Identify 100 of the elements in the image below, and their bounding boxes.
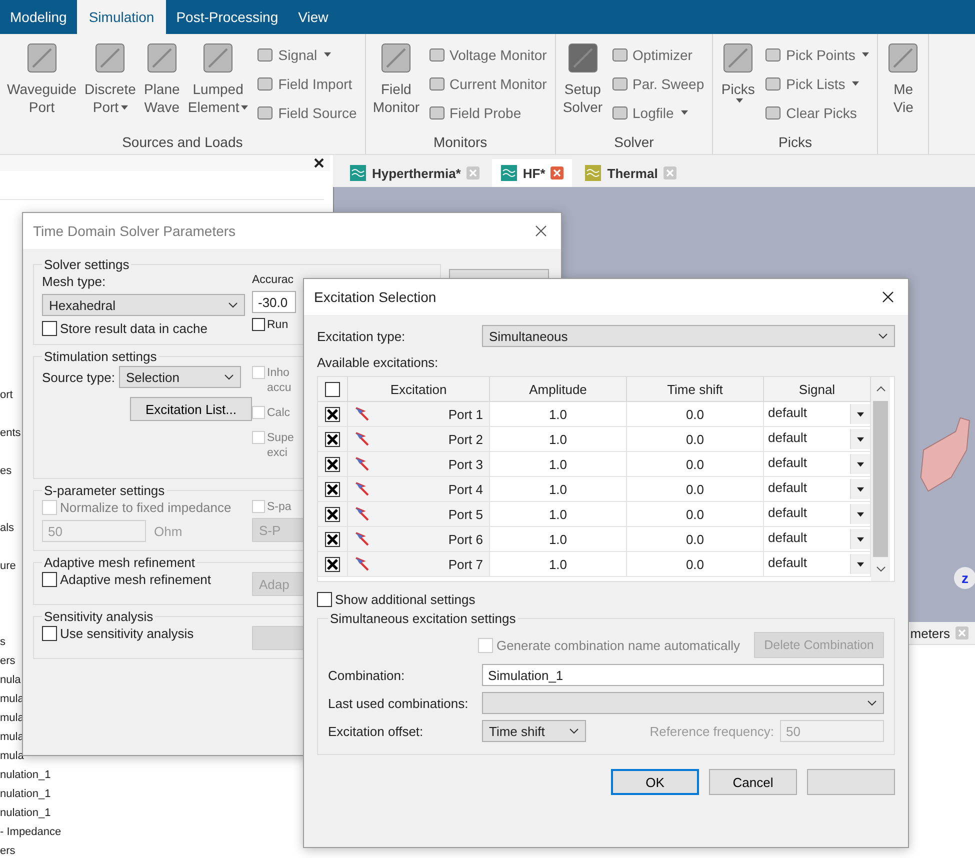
tool-icon: [428, 104, 445, 120]
dropdown-button[interactable]: [850, 479, 870, 499]
ribbon-small-button[interactable]: Field Source: [253, 98, 361, 127]
checkbox[interactable]: [42, 626, 57, 641]
dropdown-button[interactable]: [850, 554, 870, 574]
column-header[interactable]: Amplitude: [490, 377, 627, 402]
checkbox[interactable]: [325, 532, 340, 546]
dialog-button[interactable]: Cancel: [709, 769, 797, 795]
dropdown-button[interactable]: [850, 454, 870, 474]
checkbox[interactable]: [325, 456, 340, 472]
checkbox[interactable]: [325, 556, 340, 572]
caret-icon: [857, 562, 864, 566]
close-icon[interactable]: [882, 291, 894, 303]
ribbon-large-button[interactable]: Plane Wave: [140, 40, 183, 134]
excitation-offset-dropdown[interactable]: Time shift: [482, 720, 586, 742]
ribbon-tab[interactable]: Modeling: [0, 0, 77, 34]
checkbox[interactable]: [317, 592, 332, 607]
table-cell: 1.0: [490, 452, 627, 477]
checkbox[interactable]: [325, 406, 340, 422]
caret-icon: [857, 462, 864, 466]
port-icon: [354, 531, 370, 547]
column-header[interactable]: Signal: [764, 377, 871, 402]
scrollbar[interactable]: [871, 377, 890, 581]
dialog-button[interactable]: OK: [611, 769, 699, 795]
checkbox[interactable]: [325, 506, 340, 522]
excitation-list-button[interactable]: Excitation List...: [130, 397, 252, 421]
ribbon-group-label: Sources and Loads: [121, 134, 244, 152]
checkbox-label: Generate combination name automatically: [496, 638, 740, 652]
mesh-type-dropdown[interactable]: Hexahedral: [42, 294, 245, 316]
group-title: S-parameter settings: [43, 483, 166, 498]
excitation-type-dropdown[interactable]: Simultaneous: [482, 325, 895, 347]
table-cell: Port 4: [448, 482, 483, 496]
tool-icon: [765, 46, 782, 62]
tool-icon: [257, 104, 274, 120]
tree-item[interactable]: ers: [0, 842, 330, 858]
ribbon-small-button[interactable]: Signal: [253, 40, 361, 69]
combination-field[interactable]: Simulation_1: [482, 664, 884, 686]
ribbon-large-button[interactable]: Setup Solver: [560, 40, 606, 134]
checkbox[interactable]: [325, 432, 340, 446]
axis-label: z: [954, 567, 975, 589]
chevron-icon: [228, 302, 238, 308]
ribbon-large-button[interactable]: Lumped Element: [184, 40, 252, 134]
ribbon-small-button[interactable]: Current Monitor: [424, 69, 551, 98]
document-tab[interactable]: Hyperthermia*: [341, 159, 488, 187]
caret-icon: [857, 486, 864, 492]
dropdown-button[interactable]: [850, 429, 870, 449]
table-cell-text: default: [768, 479, 808, 495]
ribbon-small-button[interactable]: Clear Picks: [761, 98, 874, 127]
dropdown-button[interactable]: [850, 529, 870, 549]
checkbox-label: Calc: [267, 406, 290, 421]
ribbon-large-button[interactable]: Picks: [717, 40, 760, 134]
ribbon-tab[interactable]: Post-Processing: [166, 0, 288, 34]
ribbon-large-button[interactable]: Waveguide Port: [4, 40, 80, 134]
ribbon-small-button[interactable]: Pick Points: [761, 40, 874, 69]
ribbon-small-button[interactable]: Pick Lists: [761, 69, 874, 98]
close-icon[interactable]: [535, 225, 547, 237]
checkbox[interactable]: [42, 572, 57, 587]
table-cell: 1.0: [490, 552, 627, 577]
field-label: Excitation offset:: [328, 724, 424, 738]
ribbon-small-button[interactable]: Optimizer: [608, 40, 708, 69]
tool-icon: [428, 46, 445, 62]
dropdown-button[interactable]: [850, 504, 870, 524]
ribbon-tab[interactable]: View: [288, 0, 338, 34]
ribbon-small-button[interactable]: Logfile: [608, 98, 708, 127]
close-icon[interactable]: [314, 158, 324, 168]
ribbon-large-button[interactable]: Discrete Port: [82, 40, 139, 134]
chevron-icon: [224, 374, 234, 380]
checkbox-label: Show additional settings: [335, 592, 476, 607]
ribbon-small-button[interactable]: Field Import: [253, 69, 361, 98]
checkbox-label: Use sensitivity analysis: [60, 626, 194, 641]
scroll-up-icon[interactable]: [876, 386, 886, 392]
table-cell: 0.0: [627, 427, 764, 452]
caret-icon: [857, 512, 864, 516]
panel-tab[interactable]: meters: [910, 622, 975, 644]
checkbox-label: Store result data in cache: [60, 321, 208, 336]
dialog-title: Excitation Selection: [314, 289, 436, 305]
dropdown-button[interactable]: [850, 404, 870, 424]
ribbon-small-button[interactable]: Field Probe: [424, 98, 551, 127]
table-cell: 0.0: [627, 502, 764, 527]
table-cell: 0.0: [627, 527, 764, 552]
source-type-dropdown[interactable]: Selection: [119, 366, 241, 388]
checkbox[interactable]: [325, 482, 340, 496]
checkbox[interactable]: [252, 318, 265, 331]
ribbon-small-button[interactable]: Voltage Monitor: [424, 40, 551, 69]
column-header[interactable]: Time shift: [627, 377, 764, 402]
table-cell: Port 3: [448, 456, 483, 472]
table-cell-text: default: [768, 504, 808, 520]
checkbox[interactable]: [325, 382, 340, 396]
column-header[interactable]: Excitation: [348, 377, 490, 402]
field-label: Excitation type:: [317, 328, 406, 344]
ribbon-large-button[interactable]: Me Vie: [882, 40, 924, 154]
ribbon-tab[interactable]: Simulation: [76, 0, 166, 34]
scroll-down-icon[interactable]: [876, 566, 886, 572]
document-tab[interactable]: Thermal: [576, 159, 685, 187]
accuracy-field[interactable]: -30.0: [252, 291, 296, 313]
field-label: Last used combinations:: [328, 696, 470, 710]
document-tab[interactable]: HF*: [492, 159, 572, 187]
ribbon-large-button[interactable]: Field Monitor: [370, 40, 423, 134]
checkbox[interactable]: [42, 321, 57, 336]
ribbon-small-button[interactable]: Par. Sweep: [608, 69, 708, 98]
